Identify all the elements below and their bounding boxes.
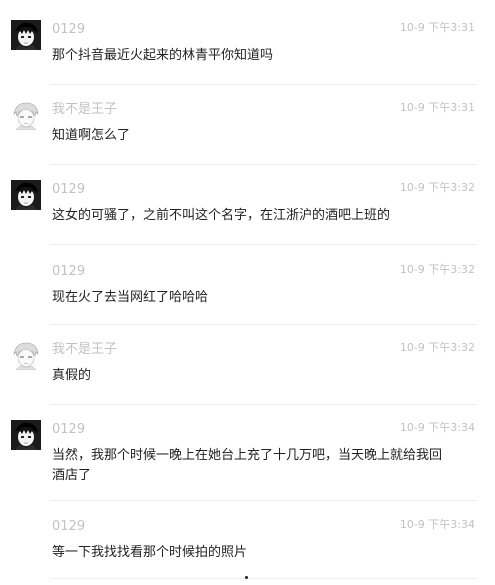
sender-name: 我不是王子 <box>52 342 118 357</box>
dark-avatar-icon[interactable] <box>11 20 41 50</box>
message-timestamp: 10-9 下午3:34 <box>399 518 475 531</box>
sender-name: 0129 <box>52 264 86 279</box>
sketch-avatar-icon[interactable] <box>11 100 41 130</box>
divider <box>50 324 477 325</box>
dark-avatar-icon[interactable] <box>11 180 41 210</box>
message-timestamp: 10-9 下午3:32 <box>399 181 475 194</box>
message-timestamp: 10-9 下午3:31 <box>399 101 475 114</box>
message-text: 现在火了去当网红了哈哈哈 <box>52 290 209 305</box>
message-timestamp: 10-9 下午3:32 <box>399 263 475 276</box>
divider <box>50 164 477 165</box>
message-text: 这女的可骚了，之前不叫这个名字，在江浙沪的酒吧上班的 <box>52 208 391 223</box>
scroll-indicator-dot <box>245 576 248 579</box>
message-text: 那个抖音最近火起来的林青平你知道吗 <box>52 48 274 63</box>
sender-name: 0129 <box>52 22 86 37</box>
sketch-avatar-icon[interactable] <box>11 340 41 370</box>
message-timestamp: 10-9 下午3:31 <box>399 21 475 34</box>
divider <box>50 578 477 579</box>
message-text: 当然，我那个时候一晚上在她台上充了十几万吧，当天晚上就给我回酒店了 <box>52 448 443 483</box>
message-timestamp: 10-9 下午3:32 <box>399 341 475 354</box>
divider <box>50 244 477 245</box>
sender-name: 0129 <box>52 519 86 534</box>
sender-name: 0129 <box>52 422 86 437</box>
divider <box>50 500 477 501</box>
message-text: 真假的 <box>52 368 92 383</box>
message-timestamp: 10-9 下午3:34 <box>399 421 475 434</box>
sender-name: 我不是王子 <box>52 102 118 117</box>
message-text: 等一下我找找看那个时候拍的照片 <box>52 545 248 560</box>
divider <box>50 84 477 85</box>
divider <box>50 404 477 405</box>
chat-history: 0129 10-9 下午3:31 那个抖音最近火起来的林青平你知道吗 我不是王子… <box>0 0 495 585</box>
message-text: 知道啊怎么了 <box>52 128 131 143</box>
sender-name: 0129 <box>52 182 86 197</box>
dark-avatar-icon[interactable] <box>11 420 41 450</box>
